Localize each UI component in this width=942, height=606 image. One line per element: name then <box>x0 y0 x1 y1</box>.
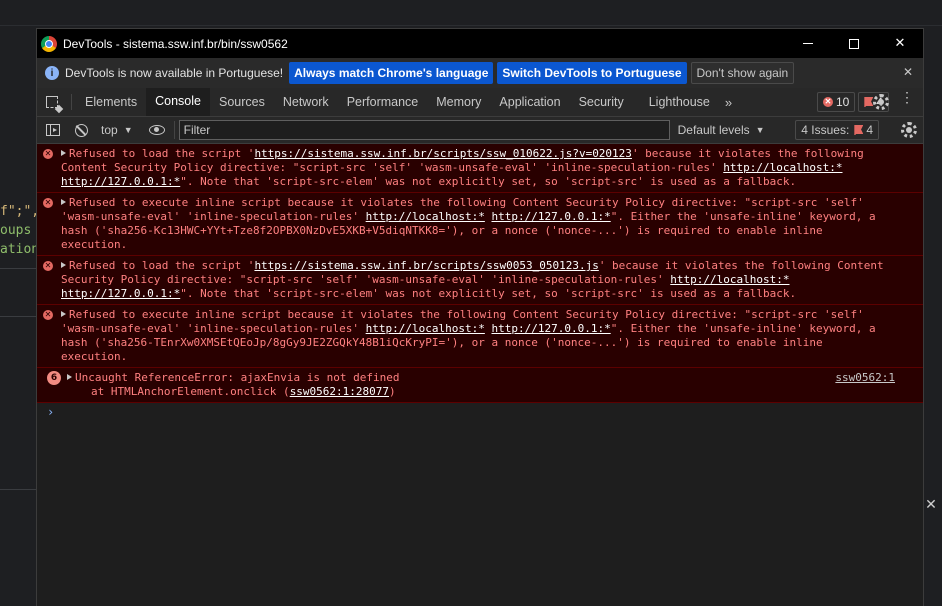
error-icon: ✕ <box>43 198 53 208</box>
error-icon: ✕ <box>43 149 53 159</box>
csp-link[interactable]: http://127.0.0.1:* <box>491 210 610 223</box>
csp-link[interactable]: http://localhost:* <box>366 322 485 335</box>
background-code-line-1: f";", <box>0 204 40 219</box>
context-value: top <box>101 123 118 137</box>
console-prompt[interactable]: › <box>37 405 923 419</box>
background-close-icon[interactable]: ✕ <box>922 497 940 517</box>
message-text: ". Note that 'script-src-elem' was not e… <box>180 287 797 300</box>
infobar-message: DevTools is now available in Portuguese! <box>65 66 284 80</box>
console-error-message[interactable]: ✕ Refused to load the script 'https://sis… <box>37 256 923 305</box>
tab-network[interactable]: Network <box>274 88 338 116</box>
issues-count: 4 <box>866 123 873 137</box>
background-code-line-2: oups <box>0 223 32 238</box>
console-toolbar: top ▼ Default levels ▼ 4 Issues: 4 <box>37 117 923 144</box>
background-divider <box>0 316 40 317</box>
toolbar-separator <box>173 121 175 139</box>
devtools-window: DevTools - sistema.ssw.inf.br/bin/ssw056… <box>36 28 924 606</box>
console-error-message[interactable]: ✕ Refused to load the script 'https://sis… <box>37 144 923 193</box>
console-error-message[interactable]: ✕ Refused to execute inline script becaus… <box>37 305 923 368</box>
tab-application[interactable]: Application <box>490 88 569 116</box>
error-icon: ✕ <box>43 310 53 320</box>
stack-trace: at HTMLAnchorElement.onclick (ssw0562:1:… <box>61 385 895 399</box>
csp-link[interactable]: https://sistema.ssw.inf.br/scripts/ssw_0… <box>254 147 632 160</box>
switch-to-portuguese-button[interactable]: Switch DevTools to Portuguese <box>497 62 687 84</box>
error-icon: ✕ <box>43 261 53 271</box>
infobar-close-icon[interactable]: ✕ <box>903 65 913 79</box>
more-options-icon[interactable]: ⋮ <box>900 90 914 104</box>
filter-input[interactable] <box>178 120 670 140</box>
minimize-button[interactable] <box>785 29 831 58</box>
csp-link[interactable]: http://localhost:* <box>366 210 485 223</box>
message-text: ". Note that 'script-src-elem' was not e… <box>180 175 797 188</box>
stack-link[interactable]: ssw0562:1:28077 <box>290 385 389 398</box>
expand-triangle-icon[interactable] <box>67 374 72 380</box>
repeat-count-badge: 6 <box>47 371 61 385</box>
csp-link[interactable]: http://127.0.0.1:* <box>61 175 180 188</box>
issue-flag-icon <box>854 125 864 135</box>
message-text: Refused to load the script ' <box>69 259 255 272</box>
issues-button[interactable]: 4 Issues: 4 <box>795 120 879 140</box>
console-settings-gear-icon[interactable] <box>901 122 917 138</box>
background-top-bar <box>0 0 942 26</box>
tab-separator <box>71 94 72 110</box>
window-title: DevTools - sistema.ssw.inf.br/bin/ssw056… <box>63 36 288 51</box>
stack-prefix: at HTMLAnchorElement.onclick ( <box>91 385 290 398</box>
tab-performance[interactable]: Performance <box>338 88 428 116</box>
expand-triangle-icon[interactable] <box>61 150 66 156</box>
dont-show-again-button[interactable]: Don't show again <box>690 62 795 84</box>
uncaught-error-message[interactable]: 6 Uncaught ReferenceError: ajaxEnvia is … <box>37 368 923 403</box>
show-sidebar-icon[interactable] <box>46 124 60 136</box>
info-icon: i <box>45 66 59 80</box>
live-expression-eye-icon[interactable] <box>148 125 165 135</box>
log-levels-dropdown[interactable]: Default levels ▼ <box>678 123 765 137</box>
minimize-icon <box>803 43 813 44</box>
expand-triangle-icon[interactable] <box>61 199 66 205</box>
error-text: Uncaught ReferenceError: ajaxEnvia is no… <box>75 371 400 384</box>
inspect-element-button[interactable] <box>37 88 67 116</box>
log-levels-label: Default levels <box>677 123 750 137</box>
tab-console[interactable]: Console <box>146 88 210 116</box>
console-error-message[interactable]: ✕ Refused to execute inline script becaus… <box>37 193 923 256</box>
clear-console-icon[interactable] <box>75 123 88 137</box>
tab-security[interactable]: Security <box>570 88 633 116</box>
error-icon: ✕ <box>822 97 833 107</box>
csp-link[interactable]: https://sistema.ssw.inf.br/scripts/ssw00… <box>254 259 598 272</box>
tab-memory[interactable]: Memory <box>427 88 490 116</box>
background-divider <box>0 268 40 269</box>
chevron-down-icon: ▼ <box>123 125 133 135</box>
console-output: ✕ Refused to load the script 'https://sis… <box>37 144 923 419</box>
tab-lighthouse[interactable]: Lighthouse <box>633 88 719 116</box>
language-infobar: i DevTools is now available in Portugues… <box>37 58 923 88</box>
expand-triangle-icon[interactable] <box>61 262 66 268</box>
errors-count: 10 <box>835 95 850 109</box>
csp-link[interactable]: http://localhost:* <box>670 273 789 286</box>
panel-tab-bar: Elements Console Sources Network Perform… <box>37 88 923 117</box>
maximize-icon <box>849 38 859 49</box>
issue-flag-icon <box>864 97 874 107</box>
csp-link[interactable]: http://localhost:* <box>723 161 842 174</box>
issues-label: 4 Issues: <box>801 123 850 137</box>
chrome-logo-icon <box>41 35 57 52</box>
title-bar[interactable]: DevTools - sistema.ssw.inf.br/bin/ssw056… <box>37 29 923 58</box>
settings-gear-icon[interactable] <box>873 94 889 110</box>
chevron-down-icon: ▼ <box>755 125 765 135</box>
errors-badge[interactable]: ✕ 10 <box>816 92 856 112</box>
maximize-button[interactable] <box>831 29 877 58</box>
close-icon: ✕ <box>894 36 906 51</box>
inspect-icon <box>46 96 58 108</box>
tab-elements[interactable]: Elements <box>76 88 146 116</box>
message-text: Refused to load the script ' <box>69 147 255 160</box>
more-tabs-button[interactable]: » <box>719 88 738 116</box>
expand-triangle-icon[interactable] <box>61 311 66 317</box>
source-link[interactable]: ssw0562:1 <box>835 371 895 385</box>
always-match-language-button[interactable]: Always match Chrome's language <box>289 62 494 84</box>
csp-link[interactable]: http://127.0.0.1:* <box>491 322 610 335</box>
csp-link[interactable]: http://127.0.0.1:* <box>61 287 180 300</box>
stack-suffix: ) <box>389 385 396 398</box>
close-window-button[interactable]: ✕ <box>877 29 923 58</box>
tab-sources[interactable]: Sources <box>210 88 274 116</box>
background-divider <box>0 489 40 490</box>
background-code-line-3: ation <box>0 242 40 257</box>
context-selector[interactable]: top ▼ <box>101 123 133 137</box>
